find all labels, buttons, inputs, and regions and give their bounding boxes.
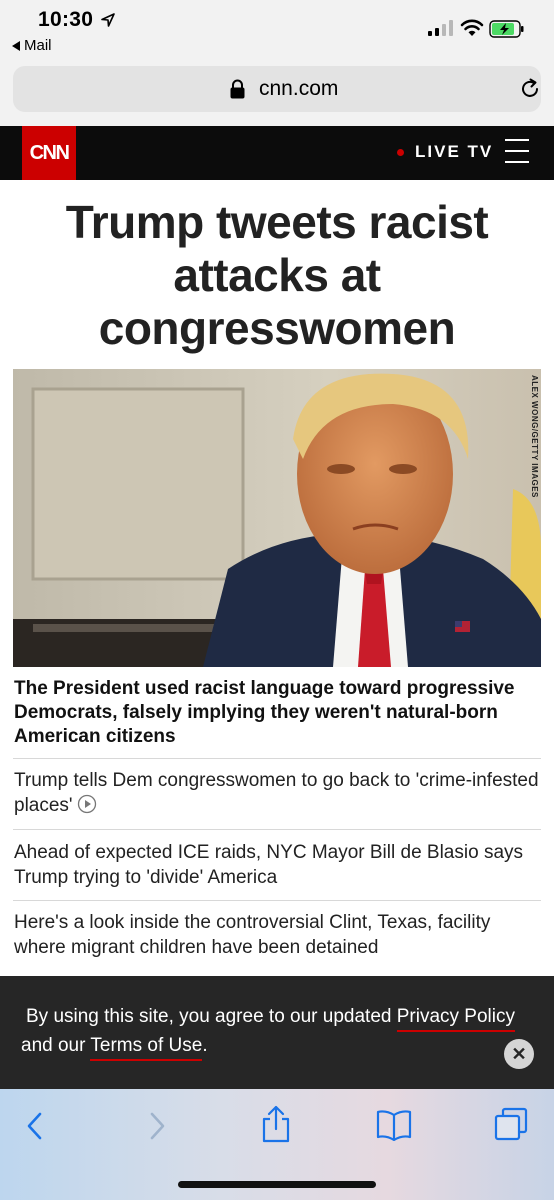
cookie-text-middle: and our <box>21 1035 91 1056</box>
reload-icon[interactable] <box>519 78 541 100</box>
back-to-mail-link[interactable]: Mail <box>12 37 52 54</box>
divider <box>13 758 541 759</box>
article-title: Ahead of expected ICE raids, NYC Mayor B… <box>14 842 524 888</box>
close-icon[interactable]: ✕ <box>504 1039 534 1069</box>
share-icon[interactable] <box>260 1105 292 1143</box>
forward-icon[interactable] <box>146 1109 168 1143</box>
cookie-text-before: By using this site, you agree to our upd… <box>26 1006 397 1027</box>
battery-charging-icon <box>489 20 524 38</box>
article-link-3[interactable]: Here's a look inside the controversial C… <box>14 910 544 960</box>
home-indicator <box>178 1181 376 1188</box>
page-headline[interactable]: Trump tweets racist attacks at congressw… <box>20 196 534 355</box>
back-icon[interactable] <box>24 1109 46 1143</box>
back-triangle-icon <box>12 40 20 51</box>
bookmarks-icon[interactable] <box>376 1109 412 1141</box>
status-time: 10:30 <box>38 8 94 31</box>
cookie-text-after: . <box>202 1035 208 1056</box>
photo-credit: ALEX WONG/GETTY IMAGES <box>530 375 539 498</box>
tabs-icon[interactable] <box>494 1107 528 1141</box>
headline-photo[interactable]: ALEX WONG/GETTY IMAGES <box>13 369 541 667</box>
live-tv-link[interactable]: LIVE TV <box>415 142 493 162</box>
divider <box>13 900 541 901</box>
divider <box>13 829 541 830</box>
article-title: Here's a look inside the controversial C… <box>14 912 491 958</box>
signal-icon <box>428 20 453 36</box>
hamburger-menu-icon[interactable] <box>505 139 529 165</box>
address-bar[interactable]: cnn.com <box>13 66 541 112</box>
live-indicator-dot <box>397 149 404 156</box>
lead-story-summary[interactable]: The President used racist language towar… <box>14 677 544 749</box>
logo-text: CNN <box>29 141 70 164</box>
wifi-icon <box>460 19 484 36</box>
video-play-icon <box>77 794 96 814</box>
article-link-1[interactable]: Trump tells Dem congresswomen to go back… <box>14 768 544 818</box>
article-link-2[interactable]: Ahead of expected ICE raids, NYC Mayor B… <box>14 840 544 890</box>
back-app-label: Mail <box>24 37 52 54</box>
url-text: cnn.com <box>259 77 339 100</box>
site-header: CNN LIVE TV <box>0 126 554 180</box>
cookie-consent-banner: By using this site, you agree to our upd… <box>0 976 554 1089</box>
terms-of-use-link[interactable]: Terms of Use <box>90 1035 203 1061</box>
browser-address-area: cnn.com <box>0 60 554 126</box>
privacy-policy-link[interactable]: Privacy Policy <box>396 1006 515 1032</box>
lock-icon <box>230 79 245 99</box>
location-arrow-icon <box>101 13 115 27</box>
status-bar: 10:30 Mail <box>0 0 554 60</box>
cnn-logo[interactable]: CNN <box>22 126 76 180</box>
photo-illustration <box>13 369 541 667</box>
cookie-message: By using this site, you agree to our upd… <box>21 1002 536 1061</box>
